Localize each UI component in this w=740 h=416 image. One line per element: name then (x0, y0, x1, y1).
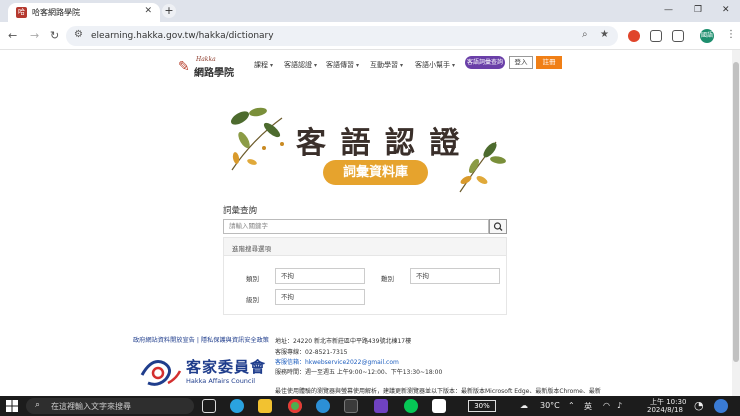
weather-temp[interactable]: 30°C (540, 401, 560, 410)
extensions-puzzle-icon[interactable] (672, 30, 684, 42)
ime-indicator[interactable]: 英 (584, 401, 592, 412)
wifi-icon[interactable]: ◠ (603, 401, 610, 410)
taskbar: ⌕ 在這裡輸入文字來搜尋 30% ☁ 30°C ⌃ 英 ◠ ♪ 上午 10:30… (0, 396, 740, 416)
task-view-icon[interactable] (202, 399, 216, 413)
logo-sub: Hakka (196, 56, 216, 63)
app-icon[interactable] (374, 399, 388, 413)
store-icon[interactable] (344, 399, 358, 413)
copilot-icon[interactable] (714, 399, 728, 413)
maximize-icon[interactable]: ❐ (694, 5, 702, 15)
page-scrollbar[interactable] (732, 50, 740, 396)
back-icon[interactable]: ← (8, 29, 17, 42)
menu-interactive[interactable]: 互動學習 ▾ (370, 60, 403, 70)
login-button[interactable]: 登入 (509, 56, 533, 69)
banner-subtitle: 詞彙資料庫 (323, 160, 428, 185)
chrome-icon[interactable] (288, 399, 302, 413)
taskbar-search-icon: ⌕ (35, 400, 41, 410)
address-bar[interactable]: ⚙ elearning.hakka.gov.tw/hakka/dictionar… (66, 26, 618, 46)
tab-title: 哈客網路學院 (32, 8, 80, 17)
zoom-search-icon[interactable]: ⌕ (582, 29, 588, 40)
leaf-decoration-left-icon (230, 107, 284, 171)
search-button[interactable] (489, 219, 507, 234)
close-tab-icon[interactable]: ✕ (144, 6, 152, 16)
profile-avatar[interactable]: 國語 (700, 29, 714, 43)
tray-expand-icon[interactable]: ⌃ (568, 401, 575, 410)
footer-phone: 客服專線：02-8521-7315 (275, 349, 348, 356)
notification-bell-icon[interactable]: ◔ (694, 399, 704, 412)
browser-toolbar: ← → ↻ ⚙ elearning.hakka.gov.tw/hakka/dic… (0, 22, 740, 50)
clock-date[interactable]: 2024/8/18 (647, 406, 683, 414)
logo-name: 網路學院 (194, 68, 234, 79)
council-emblem-icon (140, 360, 182, 386)
dictionary-button[interactable]: 客語詞彙查詢 (465, 56, 505, 69)
footer-hours: 服務時間：週一至週五 上午9:00~12:00、下午13:30~18:00 (275, 369, 443, 376)
forward-icon[interactable]: → (30, 29, 39, 42)
browser-tab[interactable]: 哈 哈客網路學院 ✕ (8, 3, 160, 22)
scrollbar-thumb[interactable] (733, 62, 739, 362)
filter-select-category[interactable]: 不拘 (275, 268, 365, 284)
battery-indicator[interactable]: 30% (468, 400, 496, 412)
volume-icon[interactable]: ♪ (617, 401, 622, 410)
telegram-icon[interactable] (230, 399, 244, 413)
file-explorer-icon[interactable] (258, 399, 272, 413)
extension-box-icon[interactable] (650, 30, 662, 42)
banner-title: 客 語 認 證 (296, 126, 462, 161)
footer-email[interactable]: 客服信箱：hkwebservice2022@gmail.com (275, 357, 399, 366)
browser-menu-icon[interactable]: ⋮ (726, 29, 736, 40)
menu-helper[interactable]: 客語小幫手 ▾ (415, 60, 455, 70)
footer-policy-links[interactable]: 政府網站資料開放宣告 | 隱私保護與資訊安全政策 (133, 335, 269, 344)
filter-label-difficulty: 難別 (381, 275, 394, 283)
advanced-search-header[interactable]: 進階搜尋選項 (224, 238, 506, 256)
footer-address: 地址：24220 新北市新莊區中平路439號北棟17樓 (275, 338, 412, 345)
search-icon (493, 222, 503, 231)
menu-courses[interactable]: 課程 ▾ (254, 60, 273, 70)
council-name-zh: 客家委員會 (186, 358, 267, 376)
url-text: elearning.hakka.gov.tw/hakka/dictionary (91, 31, 274, 41)
page-content: ✎ Hakka 網路學院 課程 ▾ 客語認證 ▾ 客語傳習 ▾ 互動學習 ▾ 客語小幫手… (0, 50, 740, 396)
bookmark-star-icon[interactable]: ★ (600, 29, 609, 40)
filter-label-level: 級別 (246, 296, 259, 304)
windows-start-icon[interactable] (6, 400, 18, 412)
extension-red-icon[interactable] (628, 30, 640, 42)
footer-browser-notice: 最佳使用體驗的瀏覽器與螢幕使用解析，建議更新瀏覽器並以下版本：最新版本Micro… (275, 388, 601, 395)
reload-icon[interactable]: ↻ (50, 29, 59, 42)
advanced-search-panel: 進階搜尋選項 類別 不拘 難別 不拘 級別 不拘 (223, 237, 507, 315)
search-input[interactable]: 請輸入關鍵字 (223, 219, 489, 234)
new-tab-button[interactable]: + (162, 4, 176, 18)
taskbar-search-box[interactable]: ⌕ 在這裡輸入文字來搜尋 (26, 398, 194, 414)
site-favicon-icon: 哈 (16, 7, 27, 18)
filter-select-difficulty[interactable]: 不拘 (410, 268, 500, 284)
site-info-icon[interactable]: ⚙ (74, 29, 83, 40)
window-close-icon[interactable]: ✕ (722, 5, 730, 15)
minimize-icon[interactable]: — (664, 5, 673, 15)
edge-icon[interactable] (316, 399, 330, 413)
register-button[interactable]: 註冊 (536, 56, 562, 69)
menu-inheritance[interactable]: 客語傳習 ▾ (326, 60, 359, 70)
menu-certification[interactable]: 客語認證 ▾ (284, 60, 317, 70)
filter-select-level[interactable]: 不拘 (275, 289, 365, 305)
council-logo[interactable]: 客家委員會 Hakka Affairs Council (138, 353, 266, 389)
filter-label-category: 類別 (246, 275, 259, 283)
line-icon[interactable] (404, 399, 418, 413)
tab-strip: 哈 哈客網路學院 ✕ + — ❐ ✕ (0, 0, 740, 22)
logo-mark-icon: ✎ (178, 59, 190, 75)
notion-icon[interactable] (432, 399, 446, 413)
taskbar-search-placeholder: 在這裡輸入文字來搜尋 (51, 402, 131, 411)
search-label: 詞彙查詢 (223, 206, 258, 216)
weather-cloud-icon[interactable]: ☁ (520, 401, 528, 410)
council-name-en: Hakka Affairs Council (186, 377, 256, 385)
